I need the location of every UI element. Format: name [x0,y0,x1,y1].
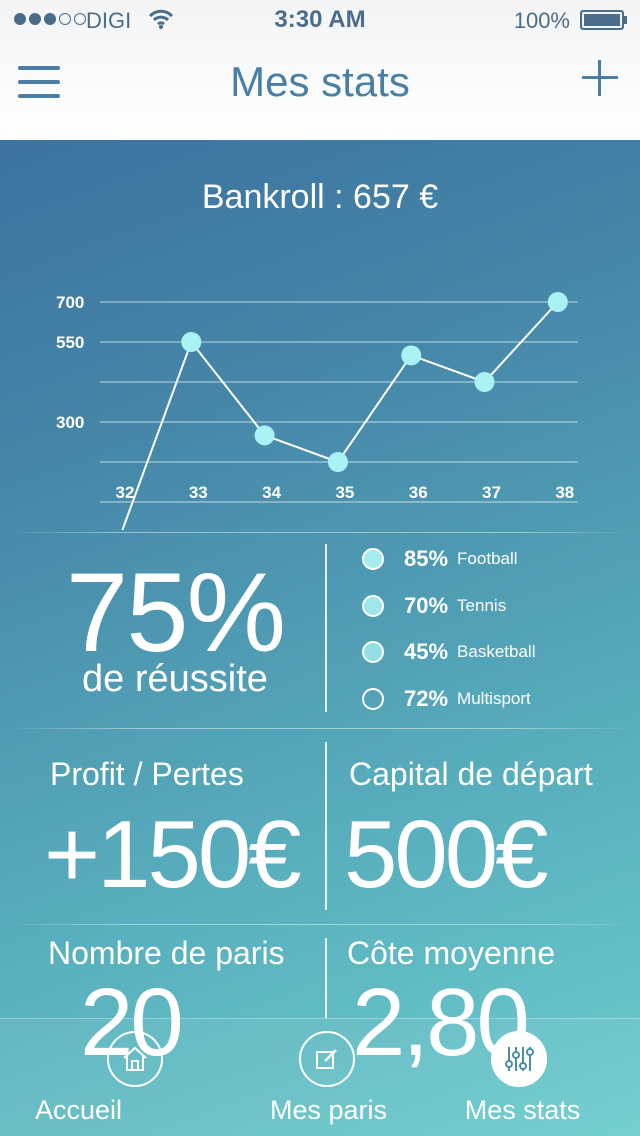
divider [325,742,327,910]
divider [0,924,640,925]
tab-label: Accueil [34,1095,123,1125]
top-bar: DIGI 3:30 AM 100% Mes stats [0,0,640,140]
y-tick-label: 550 [56,333,84,352]
sport-name: Tennis [457,596,507,615]
capital-value: 500€ [344,801,549,908]
bet-count-label: Nombre de paris [48,935,285,971]
divider [0,728,640,729]
screen: DIGI 3:30 AM 100% Mes stats Bankroll: 6… [0,0,640,1136]
capital-label: Capital de départ [349,756,593,792]
add-icon[interactable] [580,58,620,98]
sport-row-basketball: 45% Basketball [362,637,535,667]
tab-icon-circle [107,1031,163,1087]
success-rate-label: de réussite [82,658,268,700]
sliders-icon [505,1047,534,1071]
sport-percentage: 45% [404,639,449,664]
sport-row-multisport: 72% Multisport [362,684,531,714]
sport-percentage: 72% [404,686,449,711]
tab-mes-paris[interactable]: Mes paris [222,1019,435,1136]
x-tick-label: 34 [262,483,281,502]
x-tick-label: 32 [116,483,135,502]
battery-icon [580,10,627,30]
battery-percentage: 100% [513,8,570,33]
divider [325,938,327,1018]
sport-dot [362,641,384,663]
sport-name: Basketball [457,642,536,661]
tab-accueil[interactable]: Accueil [30,1019,243,1136]
sport-name: Multisport [457,689,531,708]
tab-label: Mes paris [269,1095,388,1125]
tab-mes-stats[interactable]: Mes stats [416,1019,629,1136]
profit-label: Profit / Pertes [50,756,244,792]
sport-dot [362,688,384,710]
average-odds-label: Côte moyenne [347,935,556,971]
navigation-bar: Mes stats [0,40,640,140]
data-point [547,292,568,312]
home-icon [123,1046,147,1071]
page-title: Mes stats [230,58,410,105]
edit-icon [316,1049,337,1069]
bankroll-title: Bankroll : 657 € [201,178,439,216]
tab-label: Mes stats [464,1095,581,1125]
bankroll-chart: 700 550 300 32 33 34 35 36 37 38 [56,292,578,530]
sport-row-tennis: 70% Tennis [362,591,506,621]
divider [325,544,327,712]
sport-dot [362,548,384,570]
data-point [254,425,275,446]
x-tick-label: 35 [335,483,354,502]
y-tick-label: 300 [56,413,84,432]
sport-name: Football [457,549,518,568]
tab-icon-circle [491,1031,547,1087]
tab-bar: Accueil Mes paris Mes stats [0,1018,640,1136]
sport-row-football: 85% Football [362,544,518,574]
sport-dot [362,595,384,617]
x-tick-label: 37 [482,483,501,502]
x-tick-label: 33 [189,483,208,502]
y-tick-label: 700 [56,293,84,312]
x-tick-label: 38 [555,483,574,502]
profit-value: +150€ [44,801,302,908]
data-point [401,345,422,366]
tab-icon-circle [299,1031,355,1087]
x-tick-label: 36 [409,483,428,502]
sport-percentage: 85% [404,546,449,571]
sport-percentage: 70% [404,593,449,618]
status-bar: DIGI 3:30 AM 100% [0,0,640,40]
data-point [327,452,348,472]
data-point [181,332,202,352]
data-point [474,372,495,392]
divider [0,532,640,533]
